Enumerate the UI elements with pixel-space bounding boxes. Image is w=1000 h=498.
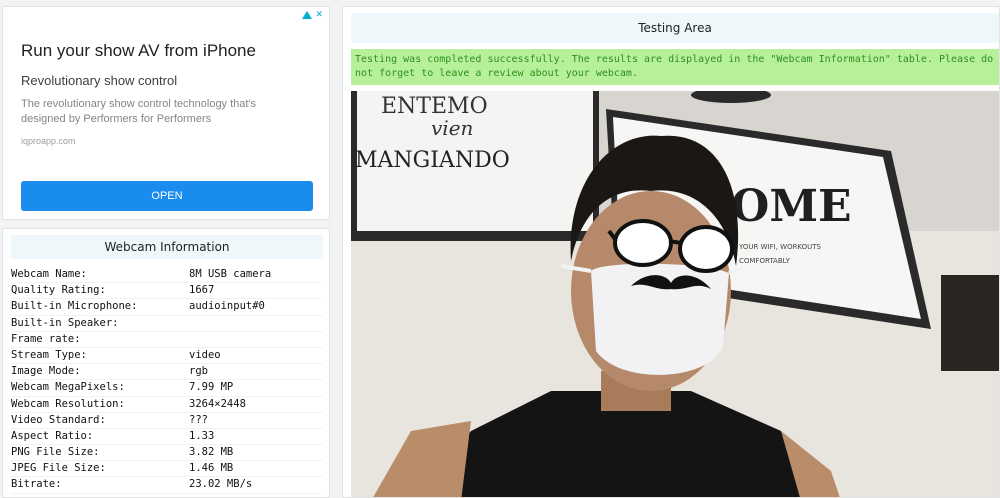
info-row: Webcam MegaPixels: 7.99 MP [11,380,323,397]
info-label: Webcam MegaPixels: [11,381,125,394]
info-row: PNG File Size: 3.82 MB [11,445,323,462]
info-label: Image Mode: [11,365,81,378]
info-row: Aspect Ratio: 1.33 [11,429,323,446]
info-value: 7.99 MP [189,381,234,394]
ad-open-button[interactable]: OPEN [21,181,313,211]
info-row: Video Standard:??? [11,413,323,429]
info-row: Webcam Resolution: 3264×2448 [11,397,323,413]
webcam-image: ENTEMO vien MANGIANDO OME YOUR WIFI, WOR… [351,91,999,497]
info-label: Frame rate: [11,332,81,345]
info-value: 23.02 MB/s [189,478,253,491]
info-value: rgb [189,365,208,378]
info-row: Stream Type: video [11,348,323,365]
ad-description: The revolutionary show control technolog… [21,98,257,125]
info-label: Built-in Speaker: [11,316,119,329]
poster-line3: MANGIANDO [355,148,510,173]
info-row: Frame rate: [11,332,323,348]
ad-subtitle: Revolutionary show control [21,73,178,88]
testing-area-title: Testing Area [351,13,999,43]
close-icon[interactable]: ✕ [315,11,323,20]
info-value [189,316,323,331]
info-row: Webcam Name: 8M USB camera [11,267,323,284]
webcam-info-table: Webcam Name: 8M USB camera Quality Rating:… [11,267,323,494]
ad-title[interactable]: Run your show AV from iPhone [21,41,256,61]
info-row: Quality Rating: 1667 [11,283,323,300]
info-row: Image Mode: rgb [11,364,323,381]
info-value: audioinput#0 [189,300,265,313]
info-value: 3.82 MB [189,446,234,459]
info-value: 8M USB camera [189,268,272,280]
info-label: Webcam Resolution: [11,397,125,410]
info-label: JPEG File Size: [11,462,106,475]
info-label: Built-in Microphone: [11,300,138,313]
info-value: 1667 [189,284,215,297]
info-label: Bitrate: [11,478,62,491]
info-value: 3264×2448 [189,397,246,410]
webcam-info-title: Webcam Information [11,235,323,259]
info-label: Aspect Ratio: [11,429,94,442]
info-value: 1.33 [189,429,215,442]
home-sign-text: OME [731,181,852,232]
webcam-video-frame[interactable]: ENTEMO vien MANGIANDO OME YOUR WIFI, WOR… [351,91,999,497]
info-value [189,332,323,347]
info-value: 1.46 MB [189,462,234,475]
info-row: Bitrate: 23.02 MB/s [11,477,323,494]
info-label: PNG File Size: [11,446,100,459]
ad-url[interactable]: iqproapp.com [21,136,76,146]
adchoices-icon[interactable]: ✕ [302,11,323,20]
info-value: video [189,348,221,361]
success-message: Testing was completed successfully. The … [351,49,999,85]
info-label: Webcam Name: [11,268,87,280]
info-row: JPEG File Size: 1.46 MB [11,461,323,478]
info-value: ??? [189,413,208,426]
ad-card[interactable]: ✕ Run your show AV from iPhone Revolutio… [2,6,330,220]
webcam-info-panel: Webcam Information Webcam Name: 8M USB ca… [2,228,330,498]
info-label: Video Standard: [11,413,106,426]
info-row: Built-in Speaker: [11,316,323,332]
home-sign-small2: COMFORTABLY [739,257,791,265]
info-label: Quality Rating: [11,284,106,297]
info-row: Built-in Microphone: audioinput#0 [11,299,323,316]
testing-area: Testing Area Testing was completed succe… [342,6,1000,498]
home-sign-small1: YOUR WIFI, WORKOUTS [738,243,822,251]
poster-line2: vien [431,116,473,140]
info-label: Stream Type: [11,348,87,361]
triangle-icon [302,11,313,19]
